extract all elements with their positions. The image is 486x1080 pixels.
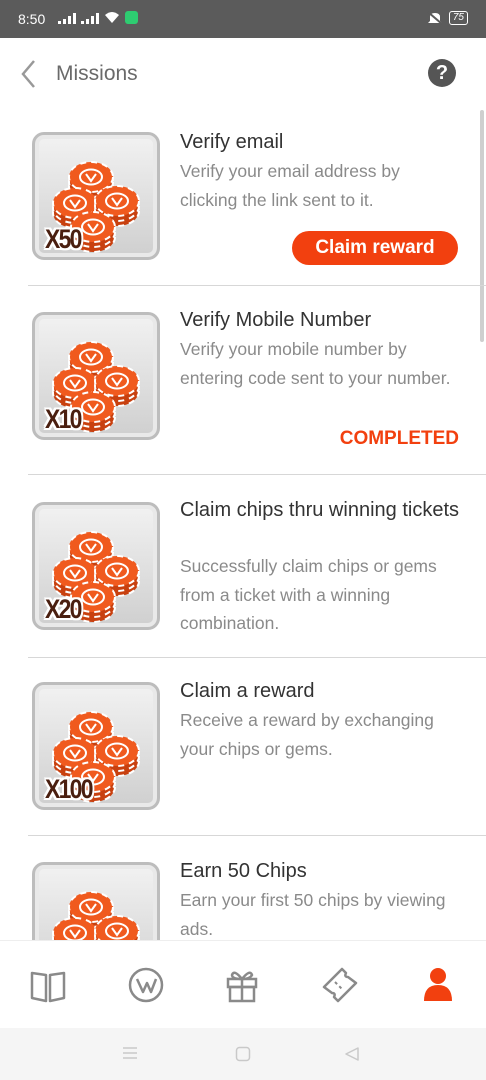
status-right: 75	[427, 11, 468, 25]
mission-title: Verify email	[180, 131, 284, 153]
status-icons	[58, 10, 138, 24]
multiplier-label: X20	[45, 594, 82, 624]
mission-description: Successfully claim chips or gems from a …	[180, 556, 437, 633]
app-notification-icon	[125, 11, 138, 24]
chips-icon	[52, 891, 140, 940]
menu-icon[interactable]	[122, 1046, 138, 1060]
divider	[28, 835, 486, 836]
mission-title: Claim chips thru winning tickets	[180, 499, 459, 521]
chips-thumbnail: X20	[32, 502, 160, 630]
bottom-navigation	[0, 940, 486, 1028]
wifi-icon	[105, 12, 119, 23]
status-time: 8:50	[18, 11, 46, 27]
signal-icon	[58, 12, 76, 24]
chips-thumbnail: X100	[32, 682, 160, 810]
divider	[28, 285, 486, 286]
multiplier-label: X10	[45, 404, 82, 434]
divider	[28, 657, 486, 658]
mute-icon	[427, 11, 443, 25]
help-icon[interactable]: ?	[428, 59, 456, 87]
divider	[28, 474, 486, 475]
mission-item: Earn 50 Chips Earn your first 50 chips b…	[28, 860, 486, 940]
multiplier-label: X100	[45, 774, 94, 804]
mission-item: X100 Claim a reward Receive a reward by …	[28, 680, 486, 832]
status-bar: 8:50 75	[0, 0, 486, 38]
back-icon[interactable]	[18, 58, 40, 90]
page-title: Missions	[56, 62, 138, 85]
chips-thumbnail	[32, 862, 160, 940]
chips-thumbnail: X10	[32, 312, 160, 440]
mission-description: Earn your first 50 chips by viewing ads.	[180, 890, 446, 939]
mission-item: X10 Verify Mobile Number Verify your mob…	[28, 309, 486, 462]
battery-icon: 75	[448, 11, 468, 25]
mission-item: X50 Verify email Verify your email addre…	[28, 131, 486, 282]
back-nav-icon[interactable]	[344, 1046, 360, 1062]
gift-icon[interactable]	[222, 965, 262, 1005]
book-icon[interactable]	[28, 965, 68, 1005]
multiplier-label: X50	[45, 224, 82, 254]
system-navigation-bar	[0, 1028, 486, 1080]
chips-thumbnail: X50	[32, 132, 160, 260]
logo-icon[interactable]	[126, 965, 166, 1005]
mission-title: Verify Mobile Number	[180, 309, 372, 331]
ticket-icon[interactable]	[320, 965, 360, 1005]
mission-description: Verify your email address by clicking th…	[180, 161, 400, 210]
mission-title: Claim a reward	[180, 680, 315, 702]
home-icon[interactable]	[235, 1046, 251, 1062]
mission-description: Verify your mobile number by entering co…	[180, 339, 451, 388]
app-header: Missions ?	[0, 38, 486, 110]
completed-status: COMPLETED	[339, 428, 459, 449]
claim-reward-button[interactable]: Claim reward	[292, 231, 458, 265]
mission-title: Earn 50 Chips	[180, 860, 307, 882]
profile-icon[interactable]	[418, 965, 458, 1005]
mission-item: X20 Claim chips thru winning tickets Suc…	[28, 499, 486, 652]
mission-list[interactable]: X50 Verify email Verify your email addre…	[0, 110, 486, 940]
mission-description: Receive a reward by exchanging your chip…	[180, 710, 434, 759]
signal-icon	[81, 12, 99, 24]
